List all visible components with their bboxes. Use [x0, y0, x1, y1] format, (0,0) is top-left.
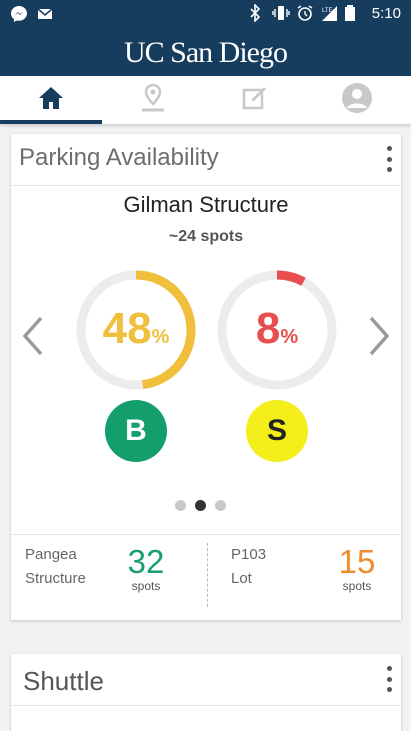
vibrate-icon — [272, 4, 290, 22]
nearby-lot-count: 15 — [338, 543, 376, 580]
battery-icon — [344, 4, 362, 22]
nearby-lots: Pangea Structure 32 spots P103 Lot 15 sp… — [11, 534, 401, 610]
svg-text:LTE: LTE — [322, 8, 333, 14]
map-pin-icon — [139, 83, 167, 118]
nearby-lot-count: 32 — [127, 543, 165, 580]
shuttle-card-header: Shuttle — [11, 654, 401, 706]
s-permit-badge[interactable]: S — [246, 400, 308, 462]
nearby-lot-unit: spots — [131, 579, 161, 593]
page-dot[interactable] — [215, 500, 226, 511]
mail-check-icon — [36, 5, 54, 23]
signal-icon: LTE — [320, 4, 338, 22]
next-lot-arrow-icon[interactable] — [365, 316, 393, 356]
tab-map[interactable] — [102, 76, 204, 124]
alarm-icon — [296, 4, 314, 22]
shuttle-card: Shuttle — [11, 654, 401, 731]
parking-card-title: Parking Availability — [19, 144, 219, 171]
b-permit-badge[interactable]: B — [105, 400, 167, 462]
divider — [207, 543, 208, 607]
s-permit-gauge: 8% — [215, 268, 339, 392]
edit-icon — [241, 84, 269, 117]
page-dot[interactable] — [175, 500, 186, 511]
page-dot[interactable] — [195, 500, 206, 511]
tab-edit[interactable] — [204, 76, 306, 124]
lot-spots: ~24 spots — [168, 228, 244, 245]
messenger-icon — [10, 5, 28, 23]
app-bar: UC San Diego — [0, 30, 411, 76]
parking-card: Parking Availability Gilman Structure ~2… — [11, 134, 401, 620]
parking-card-header: Parking Availability — [11, 134, 401, 186]
b-permit-percent: 48% — [102, 304, 170, 353]
s-permit-percent: 8% — [255, 304, 299, 353]
nearby-lot-unit: spots — [342, 579, 372, 593]
parking-card-menu-icon[interactable] — [385, 146, 393, 172]
carousel-page-indicator — [175, 500, 226, 511]
nearby-lot-name: P103 Lot — [231, 546, 267, 587]
shuttle-card-menu-icon[interactable] — [385, 666, 393, 692]
b-permit-gauge: 48% — [74, 268, 198, 392]
bluetooth-icon — [248, 3, 266, 23]
app-logo: UC San Diego — [124, 36, 288, 69]
home-icon — [37, 85, 65, 116]
previous-lot-arrow-icon[interactable] — [19, 316, 47, 356]
lot-name: Gilman Structure — [123, 192, 289, 217]
status-bar: LTE 5:10 — [0, 0, 411, 30]
tab-bar — [0, 76, 411, 124]
tab-profile[interactable] — [306, 76, 408, 124]
shuttle-card-title: Shuttle — [23, 666, 104, 696]
nearby-lot-name: Pangea Structure — [25, 546, 86, 587]
tab-home[interactable] — [0, 76, 102, 124]
person-icon — [341, 82, 373, 119]
clock: 5:10 — [371, 4, 401, 22]
